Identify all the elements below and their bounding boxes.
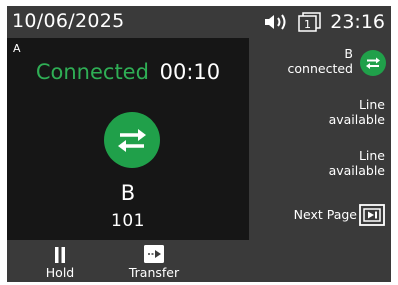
line-key-2[interactable]: Line available xyxy=(250,89,391,139)
caller-name: B xyxy=(120,181,136,205)
transfer-label: Transfer xyxy=(128,265,180,280)
line-key-label: B connected xyxy=(288,46,353,76)
line-key-label-name: Line xyxy=(358,97,385,112)
speaker-icon xyxy=(264,13,290,31)
line-key-label-state: available xyxy=(328,112,385,127)
next-page-key[interactable]: Next Page xyxy=(250,191,391,240)
hold-label: Hold xyxy=(45,265,75,280)
next-page-icon xyxy=(359,204,385,230)
status-date: 10/06/2025 xyxy=(12,10,125,32)
hold-button[interactable]: Hold xyxy=(43,241,77,282)
line-key-label: Line available xyxy=(329,148,385,178)
call-transfer-icon xyxy=(104,112,160,168)
line-key-label-state: available xyxy=(328,163,385,178)
line-key-label-state: connected xyxy=(287,61,353,76)
line-key-b[interactable]: B connected xyxy=(250,38,391,88)
pause-icon xyxy=(54,241,66,263)
line-key-label-name: B xyxy=(344,46,353,61)
status-right: 1 23:16 xyxy=(264,9,385,35)
active-call-panel[interactable]: A Connected 00:10 B 101 xyxy=(7,38,249,240)
line-keys: B connected Line available Line availabl… xyxy=(250,38,391,240)
line-key-label-name: Line xyxy=(358,148,385,163)
caller-number: 101 xyxy=(111,211,145,231)
line-key-3[interactable]: Line available xyxy=(250,140,391,190)
phone-screen: 10/06/2025 1 23:16 A Connected 00:10 B 1… xyxy=(7,6,391,282)
line-key-label: Line available xyxy=(329,97,385,127)
active-calls-count: 1 xyxy=(304,18,311,31)
soft-keys-bar: Hold Transfer xyxy=(7,241,391,282)
call-duration: 00:10 xyxy=(159,60,221,84)
status-time: 23:16 xyxy=(330,11,385,33)
call-state: Connected xyxy=(35,60,149,84)
active-calls-icon: 1 xyxy=(298,12,322,32)
transfer-arrow-icon xyxy=(144,241,164,263)
call-line-label: A xyxy=(13,42,21,55)
call-transfer-icon xyxy=(360,50,386,76)
call-status: Connected 00:10 xyxy=(7,58,249,86)
status-bar: 10/06/2025 1 23:16 xyxy=(7,6,391,38)
next-page-label: Next Page xyxy=(293,207,357,222)
transfer-button[interactable]: Transfer xyxy=(124,241,184,282)
